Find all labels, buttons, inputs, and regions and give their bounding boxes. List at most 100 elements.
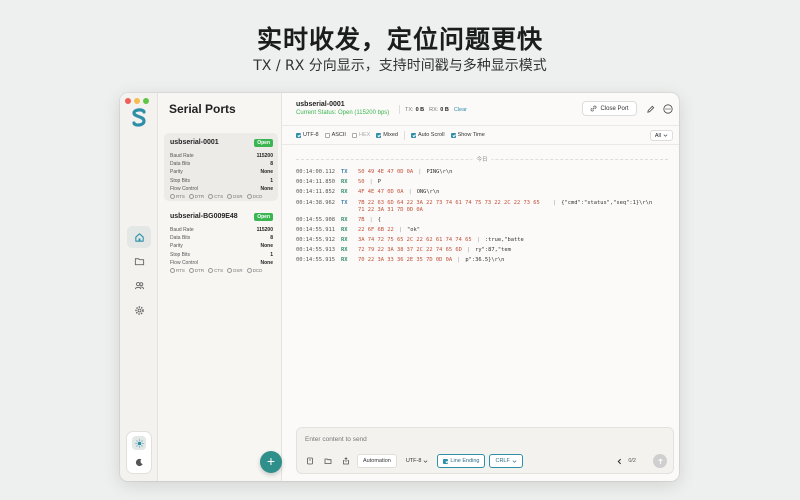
pencil-icon xyxy=(646,105,654,113)
send-input[interactable]: Enter content to send xyxy=(305,436,367,443)
edit-button[interactable] xyxy=(644,103,656,115)
folder-icon xyxy=(134,257,144,265)
log-timestamp: 00:14:55.913 xyxy=(296,247,335,254)
message-log[interactable]: 00:14:00.112 TX 50 49 4E 47 0D 0A | PING\r\n… xyxy=(296,169,676,268)
log-row: 00:14:38.962 TX 7B 22 63 6D 64 22 3A 22 73… xyxy=(296,199,653,213)
log-row: 00:14:55.908 RX 7B |{ xyxy=(296,216,381,223)
ascii-checkbox[interactable]: ASCII xyxy=(324,132,346,138)
port-setting-row: Baud Rate 115200 xyxy=(170,227,273,233)
log-timestamp: 00:14:55.912 xyxy=(296,236,335,243)
log-hex: 50 xyxy=(358,179,365,186)
log-row: 00:14:55.913 RX 72 79 22 3A 38 37 2C 22 74… xyxy=(296,247,511,254)
current-port-status: Current Status: Open (115200 bps) xyxy=(296,110,390,116)
signal-dcd: DCD xyxy=(247,194,263,199)
log-timestamp: 00:14:38.962 xyxy=(296,199,335,206)
add-port-button[interactable]: + xyxy=(260,451,282,473)
direction-filter-select[interactable]: All xyxy=(649,130,673,141)
line-ending-select[interactable]: CRLF xyxy=(489,454,523,468)
dark-theme-button[interactable] xyxy=(132,455,146,469)
hero-subtitle: TX / RX 分向显示，支持时间戳与多种显示模式 xyxy=(253,58,547,74)
minimize-window-button[interactable] xyxy=(134,98,140,104)
export-button[interactable] xyxy=(339,454,353,468)
log-ascii: "ok" xyxy=(406,226,420,233)
bookmark-button[interactable] xyxy=(303,454,317,468)
link-icon xyxy=(591,105,597,112)
log-direction: RX xyxy=(341,189,348,196)
send-button[interactable] xyxy=(653,454,667,468)
more-button[interactable] xyxy=(662,103,674,115)
utf8-checkbox[interactable]: UTF-8 xyxy=(296,132,319,138)
rx-counter-label: RX: xyxy=(429,106,439,113)
bookmark-icon xyxy=(307,457,313,465)
log-direction: RX xyxy=(341,236,348,243)
nav-settings-button[interactable] xyxy=(127,299,151,321)
current-port-name: usbserial-0001 xyxy=(296,101,345,108)
port-card[interactable]: usbserial-BG009E48 Open Baud Rate 115200 Dat… xyxy=(164,207,278,275)
log-row: 00:14:55.912 RX 3A 74 72 75 65 2C 22 62 61… xyxy=(296,236,524,243)
nav-rail xyxy=(120,93,158,481)
close-window-button[interactable] xyxy=(125,98,131,104)
chevron-down-icon xyxy=(663,134,668,137)
chevron-down-icon xyxy=(512,459,517,463)
signal-cts: CTS xyxy=(208,268,223,273)
signal-dtr: DTR xyxy=(189,268,204,273)
tx-counter-label: TX: xyxy=(405,106,414,113)
open-file-button[interactable] xyxy=(321,454,335,468)
log-hex: 70 22 3A 33 36 2E 35 7D 0D 0A xyxy=(358,257,453,264)
port-setting-row: Parity None xyxy=(170,243,273,250)
log-hex: 3A 74 72 75 65 2C 22 62 61 74 74 65 xyxy=(358,236,472,243)
chevron-down-icon xyxy=(424,459,428,463)
close-port-button[interactable]: Close Port xyxy=(582,101,637,116)
tx-counter-value: 0 B xyxy=(415,106,425,113)
port-setting-row: Baud Rate 115200 xyxy=(170,153,273,159)
mixed-checkbox[interactable]: Mixed xyxy=(376,132,398,138)
encoding-select[interactable]: UTF-8 xyxy=(401,454,434,468)
close-port-label: Close Port xyxy=(600,105,629,112)
log-ascii: {"cmd":"status","seq":1}\r\n xyxy=(561,199,653,206)
automation-button[interactable]: Automation xyxy=(357,454,397,468)
users-icon xyxy=(134,281,144,289)
sun-icon xyxy=(134,438,144,448)
log-row: 00:14:00.112 TX 50 49 4E 47 0D 0A | PING\r\n xyxy=(296,169,453,175)
gear-icon xyxy=(134,305,144,315)
light-theme-button[interactable] xyxy=(132,436,146,450)
rx-counter-value: 0 B xyxy=(440,106,449,113)
line-ending-toggle[interactable]: Line Ending xyxy=(437,454,486,468)
hex-checkbox[interactable]: HEX xyxy=(351,132,370,138)
ports-panel: Serial Ports usbserial-0001 Open Baud Rate… xyxy=(158,93,282,481)
log-direction: RX xyxy=(341,179,348,186)
log-timestamp: 00:14:55.908 xyxy=(296,216,335,223)
log-hex: 72 79 22 3A 38 37 2C 22 74 65 6D xyxy=(358,247,462,254)
log-timestamp: 00:14:55.911 xyxy=(296,226,335,233)
port-setting-row: Stop Bits 1 xyxy=(170,177,273,184)
app-window: Serial Ports usbserial-0001 Open Baud Rate… xyxy=(120,93,679,481)
zoom-window-button[interactable] xyxy=(143,98,149,104)
nav-files-button[interactable] xyxy=(127,250,151,272)
chevron-left-icon[interactable] xyxy=(616,458,623,465)
signal-lines: RTS DTR CTS DSR DCD xyxy=(170,194,273,199)
nav-home-button[interactable] xyxy=(127,226,151,248)
moon-icon xyxy=(135,458,143,466)
log-hex: 22 6F 6B 22 xyxy=(358,226,394,233)
arrow-up-icon xyxy=(657,458,663,464)
log-hex: 50 49 4E 47 0D 0A xyxy=(358,169,414,175)
signal-dsr: DSR xyxy=(227,194,243,199)
log-row: 00:14:11.850 RX 50 | P xyxy=(296,179,381,186)
auto-scroll-checkbox[interactable]: Auto Scroll xyxy=(410,132,445,138)
nav-users-button[interactable] xyxy=(127,274,151,296)
history-page: 0/2 xyxy=(628,458,636,464)
log-direction: RX xyxy=(341,257,348,264)
ports-title: Serial Ports xyxy=(169,102,236,116)
log-ascii: P xyxy=(377,179,381,186)
log-ascii: ry":87,"tem xyxy=(475,247,511,254)
clear-counters-link[interactable]: Clear xyxy=(454,107,467,113)
log-timestamp: 00:14:11.850 xyxy=(296,179,335,186)
log-timestamp: 00:14:11.852 xyxy=(296,189,335,196)
show-time-checkbox[interactable]: Show Time xyxy=(450,132,485,138)
signal-dsr: DSR xyxy=(227,268,243,273)
log-direction: RX xyxy=(341,226,348,233)
port-card[interactable]: usbserial-0001 Open Baud Rate 115200 Data Bi… xyxy=(164,133,278,201)
signal-rts: RTS xyxy=(170,268,185,273)
port-name: usbserial-0001 xyxy=(170,139,219,146)
signal-dcd: DCD xyxy=(247,268,263,273)
